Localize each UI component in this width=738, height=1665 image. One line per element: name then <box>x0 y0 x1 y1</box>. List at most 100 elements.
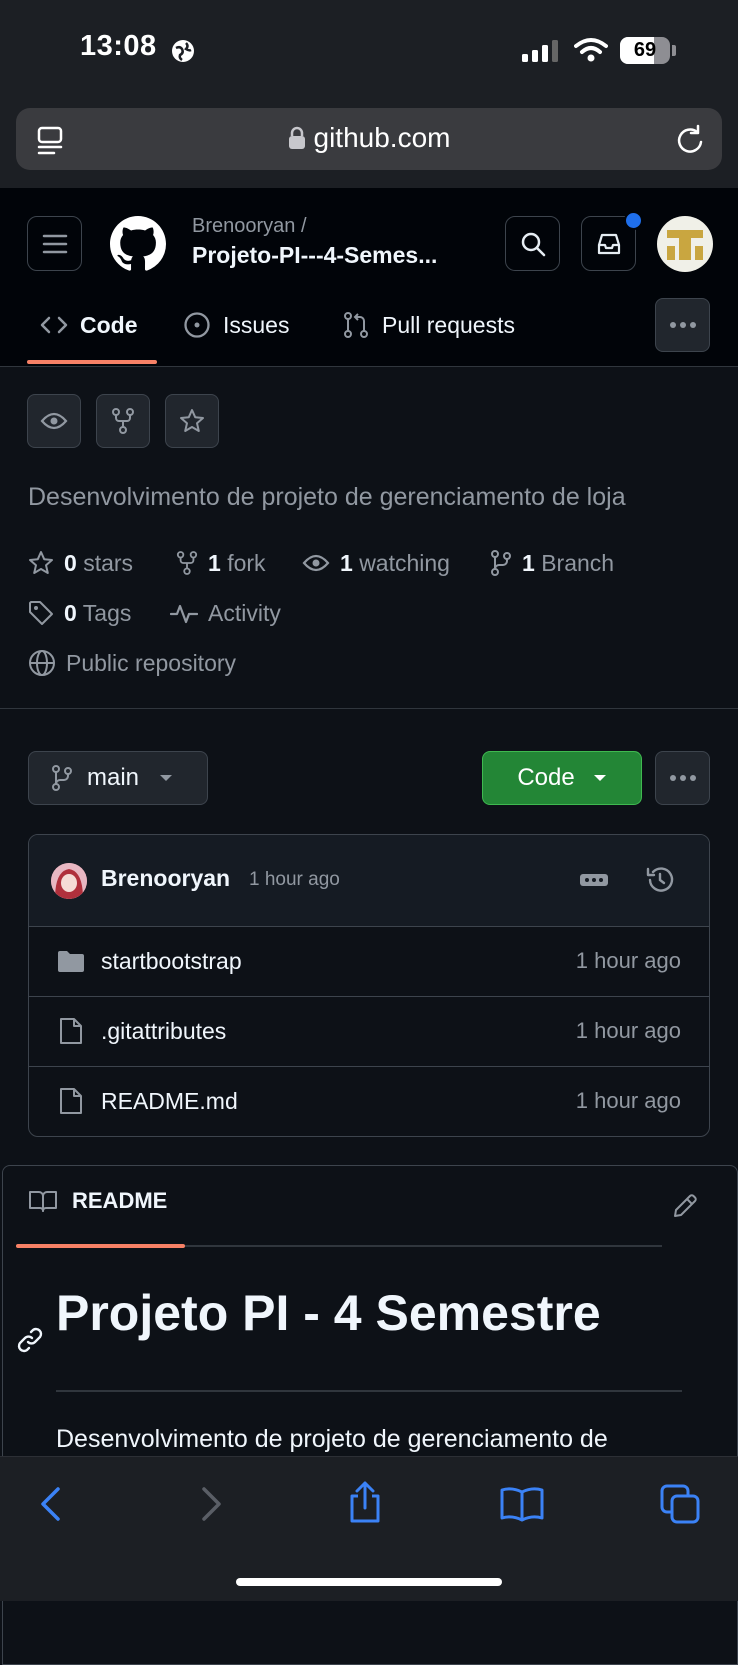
link-icon[interactable] <box>16 1326 44 1354</box>
battery-icon: 69 <box>620 37 670 64</box>
back-icon[interactable] <box>38 1486 62 1522</box>
file-time: 1 hour ago <box>575 948 681 973</box>
watch-button[interactable] <box>27 394 81 448</box>
branch-selector[interactable]: main <box>28 751 208 805</box>
file-row[interactable]: .gitattributes 1 hour ago <box>29 996 709 1067</box>
git-branch-icon <box>491 550 511 576</box>
branch-label: Branch <box>541 549 615 576</box>
fork-icon <box>176 551 198 575</box>
forward-icon[interactable] <box>200 1486 224 1522</box>
tab-pull-requests-label: Pull requests <box>382 311 515 338</box>
home-indicator <box>236 1578 502 1586</box>
cellular-signal-icon <box>522 40 558 62</box>
fork-button[interactable] <box>96 394 150 448</box>
globe-icon <box>172 40 194 62</box>
fork-count: 1 <box>208 549 221 576</box>
tags-link[interactable]: 0 Tags <box>28 595 131 631</box>
file-icon <box>60 1018 82 1044</box>
folder-icon <box>58 951 84 972</box>
readme-tab[interactable]: README <box>28 1188 167 1214</box>
file-name[interactable]: README.md <box>101 1088 238 1115</box>
commit-author[interactable]: Brenooryan <box>101 865 230 892</box>
star-button[interactable] <box>165 394 219 448</box>
branch-name: main <box>87 764 140 791</box>
eye-icon <box>40 412 68 430</box>
menu-button[interactable] <box>27 216 82 271</box>
file-browser: Brenooryan 1 hour ago startbootstrap 1 h… <box>28 834 710 1137</box>
pencil-icon[interactable] <box>672 1193 698 1219</box>
visibility-info: Public repository <box>28 645 236 681</box>
tabs-icon[interactable] <box>660 1484 700 1524</box>
star-icon <box>180 409 204 432</box>
stars-link[interactable]: 0 stars <box>28 545 133 581</box>
code-button-label: Code <box>517 764 575 791</box>
book-icon <box>29 1191 57 1212</box>
github-logo-icon[interactable] <box>110 216 166 272</box>
issue-icon <box>184 312 210 338</box>
wifi-icon <box>574 38 608 62</box>
reload-icon[interactable] <box>676 124 706 156</box>
identicon-icon <box>667 230 703 260</box>
tags-count: 0 <box>64 599 77 626</box>
readme-tab-indicator <box>16 1244 185 1248</box>
url-text: github.com <box>313 122 451 153</box>
repo-more-button[interactable] <box>655 751 710 805</box>
commit-message-toggle-icon[interactable] <box>579 869 609 891</box>
watching-label: watching <box>359 549 450 576</box>
repo-owner[interactable]: Brenooryan / <box>192 215 307 238</box>
section-divider <box>0 708 738 709</box>
readme-heading: Projeto PI - 4 Semestre <box>56 1285 601 1341</box>
code-dropdown-button[interactable]: Code <box>482 751 642 805</box>
fork-icon <box>112 408 134 434</box>
file-row[interactable]: startbootstrap 1 hour ago <box>29 926 709 997</box>
tab-pull-requests[interactable]: Pull requests <box>342 300 515 350</box>
git-branch-icon <box>52 765 72 791</box>
battery-cap <box>672 45 676 56</box>
inbox-icon <box>597 233 621 255</box>
status-time: 13:08 <box>80 30 157 62</box>
file-time: 1 hour ago <box>575 1088 681 1113</box>
watching-count: 1 <box>340 549 353 576</box>
code-icon <box>40 316 68 334</box>
file-name[interactable]: .gitattributes <box>101 1018 226 1045</box>
tab-code-label: Code <box>80 311 138 338</box>
visibility-label: Public repository <box>66 649 237 676</box>
branches-link[interactable]: 1 Branch <box>490 545 614 581</box>
watchers-link[interactable]: 1 watching <box>302 545 450 581</box>
tag-icon <box>29 601 53 625</box>
avatar-image-icon <box>51 863 87 899</box>
notification-dot <box>624 211 643 230</box>
forks-link[interactable]: 1 fork <box>176 545 266 581</box>
readme-tab-label: README <box>72 1188 168 1213</box>
lock-icon <box>288 126 305 149</box>
bookmarks-icon[interactable] <box>500 1486 544 1522</box>
more-tabs-button[interactable] <box>655 298 710 352</box>
eye-icon <box>302 554 330 572</box>
pull-request-icon <box>344 312 368 338</box>
readme-paragraph: Desenvolvimento de projeto de gerenciame… <box>56 1425 608 1453</box>
tab-issues-label: Issues <box>223 311 290 338</box>
activity-link[interactable]: Activity <box>170 595 281 631</box>
tags-label: Tags <box>82 599 132 626</box>
file-row[interactable]: README.md 1 hour ago <box>29 1066 709 1136</box>
history-icon[interactable] <box>645 865 675 895</box>
tab-issues[interactable]: Issues <box>183 300 289 350</box>
file-icon <box>60 1088 82 1114</box>
repo-name[interactable]: Projeto-PI---4-Semes... <box>192 242 437 269</box>
file-name[interactable]: startbootstrap <box>101 948 242 975</box>
share-icon[interactable] <box>346 1480 384 1524</box>
battery-level: 69 <box>633 39 657 61</box>
caret-down-icon <box>160 775 173 781</box>
search-button[interactable] <box>505 216 560 271</box>
repo-description: Desenvolvimento de projeto de gerenciame… <box>28 483 626 511</box>
activity-label: Activity <box>208 599 281 626</box>
tab-code[interactable]: Code <box>40 300 138 350</box>
kebab-horizontal-icon <box>669 775 696 781</box>
hamburger-icon <box>42 234 68 254</box>
star-icon <box>29 551 53 574</box>
pulse-icon <box>170 604 198 624</box>
avatar[interactable] <box>657 216 713 272</box>
tab-active-indicator <box>27 360 157 364</box>
stars-count: 0 <box>64 549 77 576</box>
author-avatar[interactable] <box>51 863 87 899</box>
